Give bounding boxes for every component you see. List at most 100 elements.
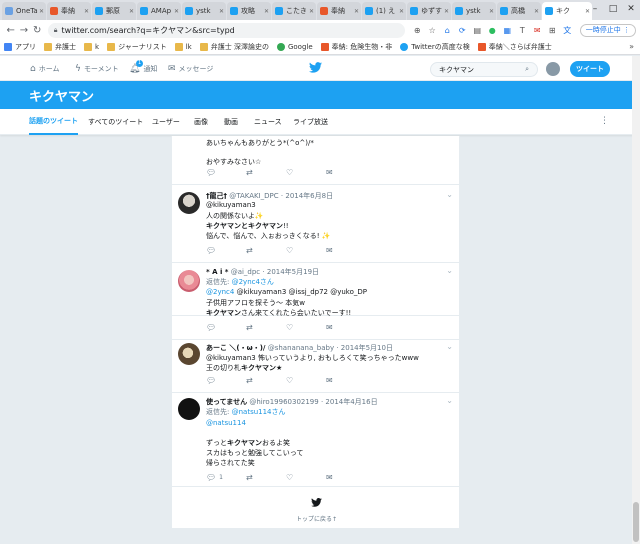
browser-tab[interactable]: 高橋 ✕ [497,2,541,20]
close-tab-icon[interactable]: ✕ [39,8,44,15]
message-icon[interactable]: ✉ [326,473,366,482]
mail-extension-icon[interactable]: ✉ [531,24,544,37]
evernote-icon[interactable]: ● [486,24,499,37]
avatar[interactable] [178,270,200,292]
browser-tab[interactable]: 奉納 ✕ [47,2,91,20]
text-extension-icon[interactable]: T [516,24,529,37]
back-arrow-icon[interactable]: ← [4,25,17,36]
retweet-icon[interactable]: ⇄ [246,246,286,255]
browser-tab[interactable]: (1) え ✕ [362,2,406,20]
browser-tab[interactable]: 奉納 ✕ [317,2,361,20]
bookmark-item[interactable]: 弁護士 深澤論史の [199,42,269,52]
retweet-icon[interactable]: ⇄ [246,473,286,482]
nav-messages[interactable]: ✉ メッセージ [168,56,213,81]
tab-news[interactable]: ニュース [254,109,282,135]
tab-users[interactable]: ユーザー [152,109,180,135]
tweet-date[interactable]: 2014年5月10日 [341,344,393,352]
user-name[interactable]: * A i * [206,268,228,276]
avatar[interactable] [178,192,200,214]
close-tab-icon[interactable]: ✕ [444,8,449,15]
chevron-down-icon[interactable]: ⌄ [446,342,453,351]
close-tab-icon[interactable]: ✕ [264,8,269,15]
like-icon[interactable]: ♡ [286,473,326,482]
user-handle[interactable]: @hiro19960302199 [249,398,318,406]
chart-extension-icon[interactable]: ▤ [471,24,484,37]
retweet-icon[interactable]: ⇄ [246,168,286,177]
close-tab-icon[interactable]: ✕ [84,8,89,15]
address-bar[interactable]: 🔒︎ twitter.com/search?q=キクヤマン&src=typd [47,22,405,38]
zoom-icon[interactable]: ⊕ [411,24,424,37]
bookmark-item[interactable]: lk [174,43,192,51]
reply-icon[interactable]: 💬︎ [206,168,246,177]
tab-top-tweets[interactable]: 話題のツイート [29,109,78,135]
like-icon[interactable]: ♡ [286,246,326,255]
bookmark-item[interactable]: k [84,43,99,51]
bookmark-item[interactable]: アプリ [4,42,36,52]
bookmark-item[interactable]: Google [276,43,313,51]
bookmarks-overflow-icon[interactable]: » [629,42,634,51]
avatar[interactable] [178,398,200,420]
tweet-date[interactable]: 2014年5月19日 [267,268,319,276]
nav-home[interactable]: ⌂ ホーム [30,56,60,81]
bookmark-item[interactable]: 奉納: 危険生物・非 [320,42,392,52]
reply-to-link[interactable]: @2ync4さん [232,278,274,286]
search-input[interactable]: キクヤマン ⌕ [430,62,538,77]
browser-tab[interactable]: AMAp ✕ [137,2,181,20]
page-scrollbar[interactable] [632,56,640,544]
browser-tab[interactable]: OneTa ✕ [2,2,46,20]
reply-icon[interactable]: 💬︎ [206,246,246,255]
home-extension-icon[interactable]: ⌂ [441,24,454,37]
user-name[interactable]: あーこ ＼(・ω・)/ [206,344,265,352]
minimize-icon[interactable]: – [586,0,604,18]
retweet-icon[interactable]: ⇄ [246,323,286,332]
bookmark-item[interactable]: 弁護士 [44,42,76,52]
browser-tab[interactable]: こたき ✕ [272,2,316,20]
scrollbar-thumb[interactable] [633,502,639,542]
browser-tab[interactable]: 攻略 ✕ [227,2,271,20]
user-name[interactable]: †龍己† [206,192,227,200]
chevron-down-icon[interactable]: ⌄ [446,396,453,405]
browser-tab[interactable]: 郵原 ✕ [92,2,136,20]
bookmark-item[interactable]: ジャーナリスト [107,42,167,52]
reply-icon[interactable]: 💬︎ [206,376,246,385]
user-handle[interactable]: @ai_dpc [231,268,260,276]
refresh-extension-icon[interactable]: ⟳ [456,24,469,37]
message-icon[interactable]: ✉ [326,168,366,177]
forward-arrow-icon[interactable]: → [17,25,30,36]
close-window-icon[interactable]: ✕ [622,0,640,18]
message-icon[interactable]: ✉ [326,323,366,332]
message-icon[interactable]: ✉ [326,246,366,255]
lock-icon[interactable]: 🔒︎ [54,26,58,35]
reload-icon[interactable]: ↻ [31,25,44,36]
close-tab-icon[interactable]: ✕ [534,8,539,15]
close-tab-icon[interactable]: ✕ [174,8,179,15]
tweet-date[interactable]: 2014年6月8日 [285,192,333,200]
user-handle[interactable]: @TAKAKI_DPC [229,192,278,200]
close-tab-icon[interactable]: ✕ [354,8,359,15]
maximize-icon[interactable]: □ [604,0,622,18]
message-icon[interactable]: ✉ [326,376,366,385]
browser-tab[interactable]: ゆずす ✕ [407,2,451,20]
translate-extension-icon[interactable]: 文 [561,24,574,37]
sync-paused-button[interactable]: 一時停止中 ⋮ [579,23,636,37]
tab-videos[interactable]: 動画 [224,109,238,135]
user-name[interactable]: 使ってません [206,398,247,406]
browser-tab[interactable]: ystk ✕ [452,2,496,20]
close-tab-icon[interactable]: ✕ [309,8,314,15]
tab-all-tweets[interactable]: すべてのツイート [88,109,143,135]
close-tab-icon[interactable]: ✕ [489,8,494,15]
more-options-icon[interactable]: ⋮ [600,116,609,126]
like-icon[interactable]: ♡ [286,376,326,385]
reply-icon[interactable]: 💬︎ [206,323,246,332]
like-icon[interactable]: ♡ [286,323,326,332]
back-to-top-link[interactable]: トップに戻る↑ [172,514,459,523]
reply-to-link[interactable]: @natsu114さん [232,408,286,416]
nav-notifications[interactable]: 🔔︎ 1 通知 [129,56,157,81]
nav-moments[interactable]: ϟ モーメント [75,56,119,81]
tab-live[interactable]: ライブ放送 [293,109,328,135]
grid-extension-icon[interactable]: ⊞ [546,24,559,37]
tweet-date[interactable]: 2014年4月16日 [325,398,377,406]
tweet-button[interactable]: ツイート [570,61,610,77]
tab-images[interactable]: 画像 [194,109,208,135]
calendar-extension-icon[interactable]: ▦ [501,24,514,37]
